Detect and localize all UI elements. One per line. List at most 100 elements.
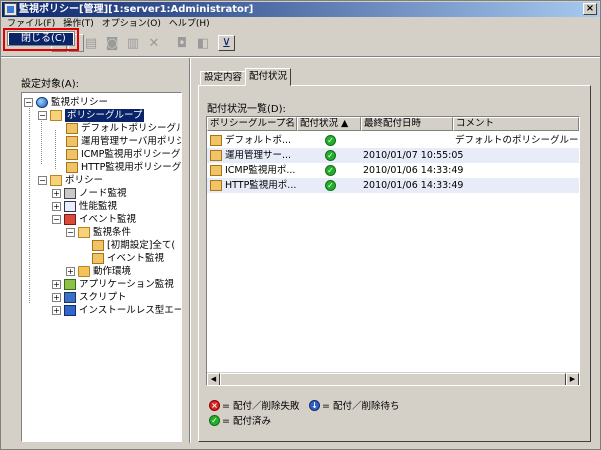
refresh-icon[interactable]: ⊻ bbox=[218, 35, 235, 51]
toolbar-separator bbox=[165, 34, 171, 52]
expand-icon[interactable]: + bbox=[52, 306, 61, 315]
new-icon[interactable]: ▤ bbox=[81, 34, 101, 52]
tree-node-event-monitoring[interactable]: − イベント監視 bbox=[52, 213, 136, 226]
row-date: 2010/01/06 14:33:49 bbox=[363, 180, 464, 191]
tree-node-application-monitoring[interactable]: + アプリケーション監視 bbox=[52, 278, 174, 291]
tree-node-label: ポリシーグループ bbox=[65, 109, 145, 122]
paste-icon[interactable]: ◧ bbox=[193, 34, 213, 52]
row-name: 運用管理サー... bbox=[225, 150, 292, 161]
distribution-list-label: 配付状況一覧(D): bbox=[207, 104, 286, 115]
tree-node-label: イベント監視 bbox=[79, 214, 137, 225]
done-icon: ✓ bbox=[209, 414, 220, 426]
menu-option[interactable]: オプション(O) bbox=[98, 18, 165, 31]
tree-node-installless-agent[interactable]: + インストールレス型エー bbox=[52, 304, 182, 317]
tree-node-label: スクリプト bbox=[79, 292, 127, 303]
tab-settings[interactable]: 設定内容 bbox=[200, 71, 247, 85]
edit-icon[interactable]: ◙ bbox=[102, 34, 122, 52]
tree-node-label: 運用管理サーバ用ポリシ bbox=[81, 136, 182, 147]
tree-node-label: アプリケーション監視 bbox=[79, 279, 174, 290]
tree-node-http-policy-group[interactable]: HTTP監視用ポリシーグル bbox=[66, 161, 182, 174]
tree-node-label: ノード監視 bbox=[79, 188, 127, 199]
row-name: ICMP監視用ポ... bbox=[225, 165, 296, 176]
delete-icon[interactable]: ▥ bbox=[123, 34, 143, 52]
expand-icon[interactable]: + bbox=[52, 189, 61, 198]
collapse-icon[interactable]: − bbox=[38, 176, 47, 185]
table-row[interactable]: 運用管理サー... ✓ 2010/01/07 10:55:05 bbox=[207, 148, 579, 163]
table-row[interactable]: ICMP監視用ポ... ✓ 2010/01/06 14:33:49 bbox=[207, 163, 579, 178]
tree-node-event-monitoring-condition[interactable]: イベント監視 bbox=[92, 252, 164, 265]
tree-node-initial-settings[interactable]: [初期設定]全て( bbox=[92, 239, 175, 252]
tree-node-performance-monitoring[interactable]: + 性能監視 bbox=[52, 200, 117, 213]
scroll-right-icon[interactable]: ▶ bbox=[566, 373, 579, 385]
settings-tree[interactable]: − 監視ポリシー − ポリシーグループ デフォルトポリシーグル 運用管理サーバ用… bbox=[21, 92, 182, 442]
highlight-box bbox=[3, 28, 79, 51]
tree-node-node-monitoring[interactable]: + ノード監視 bbox=[52, 187, 127, 200]
folder-icon bbox=[50, 110, 62, 121]
collapse-icon[interactable]: − bbox=[38, 111, 47, 120]
tree-node-label: デフォルトポリシーグル bbox=[81, 123, 182, 134]
column-header-name[interactable]: ポリシーグループ名 bbox=[207, 117, 297, 131]
main-window: 監視ポリシー[管理][1:server1:Administrator] × ファ… bbox=[0, 0, 601, 450]
tree-node-default-policy-group[interactable]: デフォルトポリシーグル bbox=[66, 122, 182, 135]
expand-icon[interactable]: + bbox=[52, 293, 61, 302]
tree-node-mgmt-server-policy[interactable]: 運用管理サーバ用ポリシ bbox=[66, 135, 182, 148]
install-icon bbox=[64, 305, 76, 316]
policy-icon bbox=[66, 162, 78, 173]
expand-icon[interactable]: + bbox=[52, 202, 61, 211]
distribution-status-list[interactable]: ポリシーグループ名 配付状況 ▲ 最終配付日時 コメント デフォルトポ... ✓… bbox=[206, 116, 580, 386]
copy-icon[interactable]: ✕ bbox=[144, 34, 164, 52]
app-icon bbox=[4, 3, 17, 16]
legend-wait: ↓ = 配付／削除待ち bbox=[309, 398, 399, 412]
table-row[interactable]: HTTP監視用ポ... ✓ 2010/01/06 14:33:49 bbox=[207, 178, 579, 193]
tab-strip: 設定内容 配付状況 bbox=[200, 68, 292, 86]
toolbar-divider bbox=[1, 56, 600, 58]
splitter[interactable] bbox=[189, 58, 191, 443]
node-icon bbox=[64, 188, 76, 199]
collapse-icon[interactable]: − bbox=[24, 98, 33, 107]
column-header-status[interactable]: 配付状況 ▲ bbox=[297, 117, 361, 131]
globe-icon bbox=[36, 97, 48, 108]
row-date: 2010/01/07 10:55:05 bbox=[363, 150, 464, 161]
row-comment: デフォルトのポリシーグループ bbox=[455, 135, 580, 146]
folder-icon bbox=[50, 175, 62, 186]
scroll-thumb[interactable] bbox=[220, 373, 566, 385]
policy-icon bbox=[92, 240, 104, 251]
tree-node-label: [初期設定]全て( bbox=[107, 240, 176, 251]
horizontal-scrollbar[interactable]: ◀ ▶ bbox=[207, 372, 579, 385]
perf-icon bbox=[64, 201, 76, 212]
toolbar: ▤ ◙ ▥ ✕ ◘ ◧ ⊻ bbox=[81, 33, 235, 53]
column-header-date[interactable]: 最終配付日時 bbox=[361, 117, 453, 131]
tree-node-operating-environment[interactable]: + 動作環境 bbox=[66, 265, 131, 278]
cut-icon[interactable]: ◘ bbox=[172, 34, 192, 52]
wait-icon: ↓ bbox=[309, 399, 320, 411]
tree-node-monitoring-conditions[interactable]: − 監視条件 bbox=[66, 226, 131, 239]
tree-node-label: HTTP監視用ポリシーグル bbox=[81, 162, 182, 173]
row-name: デフォルトポ... bbox=[225, 135, 292, 146]
expand-icon[interactable]: + bbox=[52, 280, 61, 289]
tab-distribution-status[interactable]: 配付状況 bbox=[245, 68, 292, 86]
tree-node-label: 監視ポリシー bbox=[51, 97, 109, 108]
script-icon bbox=[64, 292, 76, 303]
folder-icon bbox=[78, 227, 90, 238]
table-row[interactable]: デフォルトポ... ✓ デフォルトのポリシーグループ bbox=[207, 133, 579, 148]
expand-icon[interactable]: + bbox=[66, 267, 75, 276]
legend-fail: × = 配付／削除失敗 bbox=[209, 398, 299, 412]
menu-help[interactable]: ヘルプ(H) bbox=[165, 18, 214, 31]
tree-node-monitoring-policy[interactable]: − 監視ポリシー bbox=[24, 96, 108, 109]
check-icon: ✓ bbox=[325, 165, 336, 176]
close-button[interactable]: × bbox=[583, 3, 597, 15]
tree-node-script[interactable]: + スクリプト bbox=[52, 291, 127, 304]
tree-node-label: ポリシー bbox=[65, 175, 104, 186]
tree-node-policy[interactable]: − ポリシー bbox=[38, 174, 103, 187]
collapse-icon[interactable]: − bbox=[52, 215, 61, 224]
folder-icon bbox=[78, 266, 90, 277]
title-bar: 監視ポリシー[管理][1:server1:Administrator] × bbox=[2, 2, 599, 17]
tree-node-label: 動作環境 bbox=[93, 266, 132, 277]
tree-node-policy-group[interactable]: − ポリシーグループ bbox=[38, 109, 145, 122]
tree-node-label: インストールレス型エー bbox=[79, 305, 182, 316]
tree-node-icmp-policy-group[interactable]: ICMP監視用ポリシーグ bbox=[66, 148, 180, 161]
column-header-comment[interactable]: コメント bbox=[453, 117, 579, 131]
collapse-icon[interactable]: − bbox=[66, 228, 75, 237]
legend-wait-label: = 配付／削除待ち bbox=[322, 401, 400, 412]
scroll-left-icon[interactable]: ◀ bbox=[207, 373, 220, 385]
